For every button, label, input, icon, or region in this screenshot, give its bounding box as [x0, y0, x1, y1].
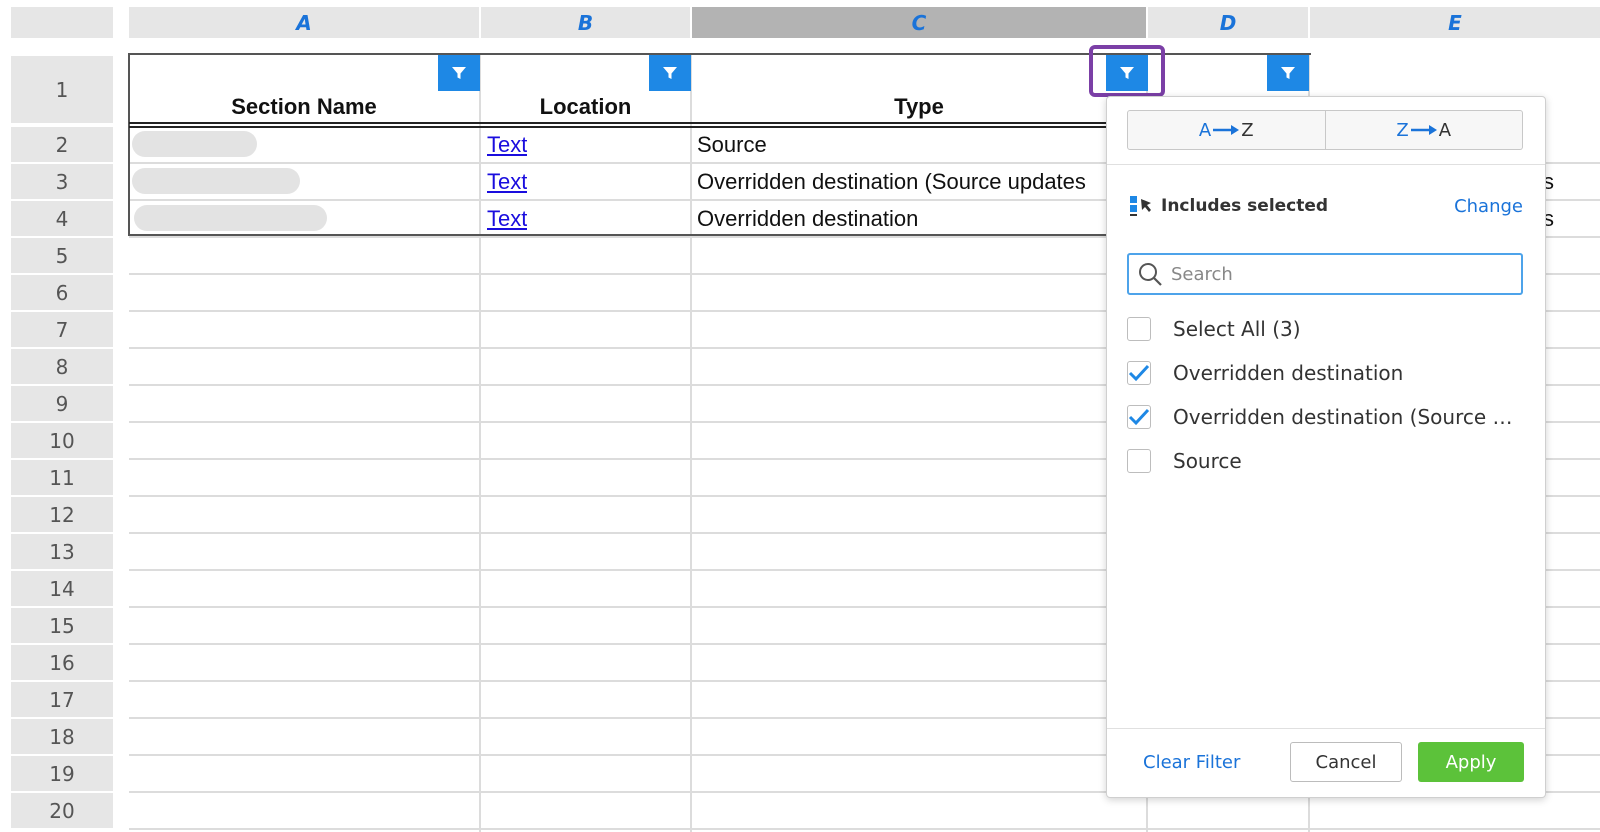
header-type: Type	[894, 94, 944, 119]
location-link[interactable]: Text	[487, 206, 527, 232]
option-overridden-destination-source-updates[interactable]: Overridden destination (Source u...	[1127, 405, 1523, 429]
row-header-7[interactable]: 7	[11, 312, 113, 347]
checkmark-icon	[1128, 408, 1150, 426]
row-header-18[interactable]: 18	[11, 719, 113, 754]
option-select-all[interactable]: Select All (3)	[1127, 317, 1301, 341]
filter-dropdown: A Z Z A Includes selected Change Select …	[1106, 96, 1546, 798]
option-source[interactable]: Source	[1127, 449, 1242, 473]
arrow-right-icon	[1213, 125, 1240, 135]
redacted-section-name	[132, 168, 300, 194]
header-section-name: Section Name	[231, 94, 377, 119]
type-cell[interactable]: Overridden destination (Source updates	[697, 169, 1107, 195]
row-header-6[interactable]: 6	[11, 275, 113, 310]
cancel-button[interactable]: Cancel	[1290, 742, 1402, 782]
includes-selected-label: Includes selected	[1129, 195, 1328, 217]
option-overridden-destination[interactable]: Overridden destination	[1127, 361, 1403, 385]
checkmark-icon	[1128, 364, 1150, 382]
row-header-2[interactable]: 2	[11, 127, 113, 162]
row-header-5[interactable]: 5	[11, 238, 113, 273]
row-header-12[interactable]: 12	[11, 497, 113, 532]
row-header-10[interactable]: 10	[11, 423, 113, 458]
column-header-b[interactable]: B	[481, 7, 690, 38]
location-link[interactable]: Text	[487, 169, 527, 195]
type-cell[interactable]: Overridden destination	[697, 206, 1107, 232]
search-input[interactable]	[1169, 262, 1503, 286]
column-header-d[interactable]: D	[1148, 7, 1308, 38]
row-header-8[interactable]: 8	[11, 349, 113, 384]
filter-icon	[663, 67, 677, 79]
row-header-14[interactable]: 14	[11, 571, 113, 606]
row-header-4[interactable]: 4	[11, 201, 113, 236]
header-location: Location	[539, 94, 632, 119]
column-header-c[interactable]: C	[692, 7, 1146, 38]
redacted-section-name	[132, 131, 257, 157]
filter-button-d[interactable]	[1267, 55, 1309, 91]
checkbox-checked[interactable]	[1127, 405, 1151, 429]
active-filter-highlight	[1089, 45, 1165, 97]
include-selected-icon	[1130, 196, 1151, 216]
filter-button-location[interactable]	[649, 55, 691, 91]
row-header-11[interactable]: 11	[11, 460, 113, 495]
arrow-right-icon	[1410, 125, 1437, 135]
column-header-e[interactable]: E	[1310, 7, 1600, 38]
row-header-15[interactable]: 15	[11, 608, 113, 643]
grid-corner[interactable]	[11, 7, 113, 38]
change-link[interactable]: Change	[1454, 196, 1523, 217]
clear-filter-link[interactable]: Clear Filter	[1143, 752, 1240, 773]
sort-z-to-a-button[interactable]: Z A	[1325, 110, 1523, 150]
filter-button-section-name[interactable]	[438, 55, 480, 91]
row-header-9[interactable]: 9	[11, 386, 113, 421]
column-header-a[interactable]: A	[129, 7, 479, 38]
type-cell[interactable]: Source	[697, 132, 1107, 158]
redacted-section-name	[134, 205, 327, 231]
row-header-20[interactable]: 20	[11, 793, 113, 828]
search-icon	[1139, 263, 1162, 286]
apply-button[interactable]: Apply	[1418, 742, 1524, 782]
row-header-3[interactable]: 3	[11, 164, 113, 199]
row-header-13[interactable]: 13	[11, 534, 113, 569]
row-header-19[interactable]: 19	[11, 756, 113, 791]
checkbox[interactable]	[1127, 449, 1151, 473]
filter-icon	[452, 67, 466, 79]
checkbox-checked[interactable]	[1127, 361, 1151, 385]
checkbox[interactable]	[1127, 317, 1151, 341]
search-field[interactable]	[1127, 253, 1523, 295]
location-link[interactable]: Text	[487, 132, 527, 158]
row-header-1[interactable]: 1	[11, 56, 113, 123]
filter-icon	[1281, 67, 1295, 79]
row-header-16[interactable]: 16	[11, 645, 113, 680]
row-header-17[interactable]: 17	[11, 682, 113, 717]
sort-a-to-z-button[interactable]: A Z	[1127, 110, 1326, 150]
